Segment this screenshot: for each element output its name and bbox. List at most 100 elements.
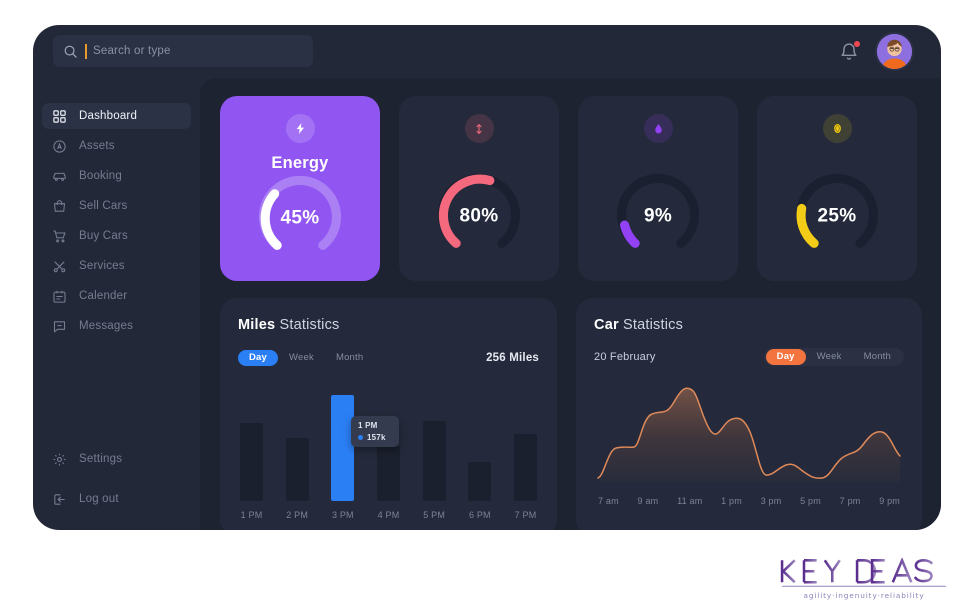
gauge-value: 9% <box>643 205 673 227</box>
sidebar-item-label: Calender <box>79 290 128 302</box>
sidebar-item-label: Booking <box>79 170 122 182</box>
axis-tick: 3 pm <box>760 496 782 506</box>
sidebar-item-buy-cars[interactable]: Buy Cars <box>42 223 191 249</box>
bolt-icon <box>296 123 304 134</box>
sidebar-item-booking[interactable]: Booking <box>42 163 191 189</box>
sidebar-item-label: Buy Cars <box>79 230 128 242</box>
card-icon-badge <box>822 114 852 143</box>
notifications-button[interactable] <box>839 40 860 63</box>
bar-2pm[interactable] <box>285 438 309 501</box>
sidebar-item-calender[interactable]: Calender <box>42 283 191 309</box>
bar-1pm[interactable] <box>240 423 263 501</box>
gauge-4: 25% <box>789 167 885 263</box>
card-icon-badge <box>464 114 494 143</box>
search-icon <box>64 45 77 58</box>
axis-tick: 7 PM <box>514 510 537 520</box>
car-tab-day[interactable]: Day <box>765 349 806 365</box>
gauge-value: 45% <box>280 207 320 229</box>
axis-tick: 6 PM <box>468 510 491 520</box>
card-icon-badge <box>285 114 315 143</box>
coin-icon <box>833 123 841 134</box>
bar-4pm[interactable] <box>377 446 401 501</box>
droplet-icon <box>654 124 662 134</box>
bar-3pm[interactable] <box>331 395 355 501</box>
car-area-chart <box>594 378 904 490</box>
stat-card-3[interactable]: 9% <box>578 96 738 281</box>
tooltip-series-dot <box>358 435 363 440</box>
stat-card-4[interactable]: 25% <box>757 96 917 281</box>
gear-icon <box>53 453 66 465</box>
car-panel-title: Car Statistics <box>594 317 904 333</box>
axis-tick: 4 PM <box>377 510 400 520</box>
logout-icon <box>54 493 65 505</box>
axis-tick: 9 am <box>637 496 659 506</box>
search-input[interactable]: Search or type <box>53 35 313 67</box>
miles-bar-chart: 1 PM 157k <box>238 389 539 501</box>
sidebar-item-label: Assets <box>79 140 115 152</box>
sidebar-item-label: Services <box>79 260 125 272</box>
miles-tab-month[interactable]: Month <box>325 350 374 366</box>
cart-icon <box>53 230 66 242</box>
sidebar-item-label: Messages <box>79 320 134 332</box>
bar-5pm[interactable] <box>422 421 446 501</box>
car-title-rest: Statistics <box>618 317 684 333</box>
miles-title-bold: Miles <box>238 317 276 333</box>
bar-tooltip: 1 PM 157k <box>351 416 399 447</box>
main-content: Energy 45% 80% 9% 25% Miles Statistics D… <box>200 78 941 530</box>
sidebar-item-label: Sell Cars <box>79 200 128 212</box>
avatar[interactable] <box>877 34 912 69</box>
gauge-3: 9% <box>610 167 706 263</box>
miles-total-value: 256 Miles <box>486 352 540 364</box>
sidebar-item-dashboard[interactable]: Dashboard <box>42 103 191 129</box>
bag-icon <box>53 199 66 212</box>
axis-tick: 11 am <box>677 496 703 506</box>
sidebar-item-services[interactable]: Services <box>42 253 191 279</box>
bar-6pm[interactable] <box>468 462 492 501</box>
car-range-tabs: Day Week Month <box>763 348 904 366</box>
car-x-axis: 7 am 9 am 11 am 1 pm 3 pm 5 pm 7 pm 9 pm <box>594 496 904 506</box>
miles-statistics-panel: Miles Statistics Day Week Month 256 Mile… <box>220 298 558 530</box>
axis-tick: 7 am <box>598 496 619 506</box>
keyideas-logo: agility·ingenuity·reliability <box>776 558 952 600</box>
axis-tick: 9 pm <box>879 496 900 506</box>
stat-card-2[interactable]: 80% <box>399 96 559 281</box>
miles-tab-week[interactable]: Week <box>278 350 325 366</box>
gauge-value: 80% <box>459 205 499 227</box>
area-chart-svg <box>597 387 901 482</box>
top-bar: Search or type <box>33 25 941 78</box>
bar-7pm[interactable] <box>514 434 538 501</box>
panel-row: Miles Statistics Day Week Month 256 Mile… <box>220 298 922 530</box>
miles-range-tabs: Day Week Month <box>238 349 374 367</box>
notification-badge-dot <box>854 40 860 47</box>
avatar-image <box>877 34 912 69</box>
sidebar-item-settings[interactable]: Settings <box>42 446 191 472</box>
car-tab-week[interactable]: Week <box>806 349 853 365</box>
page-root: Search or type Dashboard Assets Booking … <box>0 0 974 614</box>
assets-icon <box>53 139 66 153</box>
arrow-updown-icon <box>476 123 482 134</box>
logo-tagline: agility·ingenuity·reliability <box>803 591 925 600</box>
sidebar-item-messages[interactable]: Messages <box>42 313 191 339</box>
miles-tab-day[interactable]: Day <box>238 350 279 366</box>
text-cursor <box>85 43 87 59</box>
app-window: Search or type Dashboard Assets Booking … <box>33 25 941 530</box>
stat-card-energy[interactable]: Energy 45% <box>220 96 380 281</box>
logo-wordmark-icon <box>780 558 946 587</box>
car-tab-month[interactable]: Month <box>853 349 902 365</box>
sidebar: Dashboard Assets Booking Sell Cars Buy C… <box>33 78 200 530</box>
search-placeholder: Search or type <box>93 45 171 57</box>
axis-tick: 5 pm <box>800 496 821 506</box>
gauge-energy: 45% <box>252 169 348 265</box>
miles-title-rest: Statistics <box>275 317 340 333</box>
sidebar-item-assets[interactable]: Assets <box>42 133 191 159</box>
sidebar-item-sell-cars[interactable]: Sell Cars <box>42 193 191 219</box>
axis-tick: 5 PM <box>423 510 446 520</box>
sidebar-item-logout[interactable]: Log out <box>42 486 191 512</box>
sidebar-item-label: Log out <box>79 493 119 505</box>
axis-tick: 1 pm <box>721 496 742 506</box>
miles-panel-title: Miles Statistics <box>238 317 539 333</box>
sidebar-bottom-group: Settings Log out <box>33 446 200 512</box>
message-icon <box>53 320 66 332</box>
miles-x-axis: 1 PM 2 PM 3 PM 4 PM 5 PM 6 PM 7 PM <box>238 510 539 520</box>
